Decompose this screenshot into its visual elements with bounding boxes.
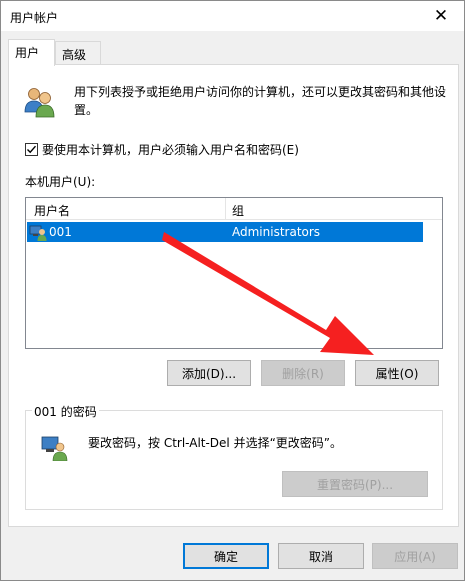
tab-users-label: 用户: [15, 46, 40, 60]
window-title: 用户帐户: [10, 11, 59, 25]
cancel-button-label: 取消: [308, 549, 333, 564]
properties-button[interactable]: 属性(O): [355, 360, 439, 386]
intro-text: 用下列表授予或拒绝用户访问你的计算机，还可以更改其密码和其他设置。: [74, 85, 447, 117]
users-icon: [23, 85, 57, 122]
properties-button-label: 属性(O): [375, 366, 419, 381]
ok-button-label: 确定: [213, 549, 238, 564]
require-login-checkbox[interactable]: [25, 143, 38, 156]
row-group: Administrators: [232, 225, 321, 239]
users-listview[interactable]: 用户名 组 001 Administrators: [25, 197, 443, 349]
apply-button-label: 应用(A): [394, 549, 436, 564]
check-icon: [27, 145, 37, 154]
add-button[interactable]: 添加(D)...: [167, 360, 251, 386]
remove-button[interactable]: 删除(R): [261, 360, 345, 386]
user-icon: [29, 223, 47, 244]
require-login-row[interactable]: 要使用本计算机，用户必须输入用户名和密码(E): [25, 141, 299, 158]
password-group-title: 001 的密码: [32, 403, 99, 420]
local-users-label: 本机用户(U):: [25, 175, 96, 189]
password-instruction: 要改密码，按 Ctrl-Alt-Del 并选择“更改密码”。: [88, 436, 343, 450]
apply-button[interactable]: 应用(A): [372, 543, 458, 569]
tab-users[interactable]: 用户: [8, 39, 55, 66]
cancel-button[interactable]: 取消: [278, 543, 364, 569]
column-header-group[interactable]: 组: [232, 202, 244, 219]
require-login-label: 要使用本计算机，用户必须输入用户名和密码(E): [42, 143, 299, 157]
listview-header: 用户名 组: [26, 198, 442, 220]
remove-button-label: 删除(R): [282, 366, 324, 381]
column-header-username[interactable]: 用户名: [34, 202, 70, 219]
ok-button[interactable]: 确定: [183, 543, 269, 569]
column-separator[interactable]: [225, 198, 226, 220]
user-password-icon: [41, 435, 69, 464]
user-accounts-dialog: 用户帐户 ✕ 用户 高级 用下列表授予或拒绝用户访问你的计算机，还可以更改其密码…: [0, 0, 465, 581]
reset-password-button[interactable]: 重置密码(P)...: [282, 471, 428, 497]
tab-advanced-label: 高级: [62, 48, 87, 62]
add-button-label: 添加(D)...: [181, 366, 237, 381]
password-groupbox: 001 的密码 要改密码，按 Ctrl-Alt-Del 并选择“更改密码”。 重…: [25, 403, 443, 510]
row-username: 001: [49, 225, 72, 239]
title-bar: 用户帐户 ✕: [1, 1, 464, 31]
users-tab-panel: 用下列表授予或拒绝用户访问你的计算机，还可以更改其密码和其他设置。 要使用本计算…: [8, 64, 459, 527]
tab-advanced[interactable]: 高级: [55, 41, 101, 65]
reset-password-label: 重置密码(P)...: [316, 477, 394, 492]
close-icon[interactable]: ✕: [418, 1, 464, 31]
table-row[interactable]: 001 Administrators: [27, 222, 423, 242]
